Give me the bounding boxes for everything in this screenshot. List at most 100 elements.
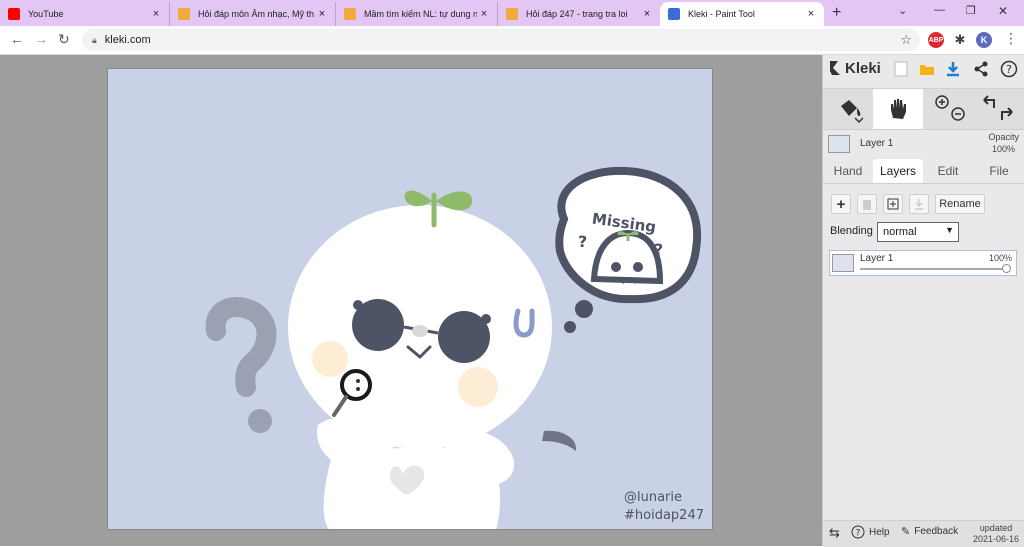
close-icon[interactable]: × bbox=[640, 8, 654, 20]
tab-hand[interactable]: Hand bbox=[823, 159, 873, 183]
zoom-tools[interactable] bbox=[927, 89, 973, 129]
kleki-favicon-icon bbox=[668, 8, 680, 20]
extensions-puzzle-icon[interactable]: ✱ bbox=[952, 32, 968, 48]
layer-thumbnail bbox=[832, 254, 854, 272]
drawing-canvas[interactable]: Missing ? ? @lunarie #hoidap247 bbox=[107, 68, 713, 530]
opacity-value: 100% bbox=[991, 144, 1015, 154]
opacity-label: Opacity bbox=[988, 132, 1019, 142]
mini-eye-shape bbox=[633, 262, 643, 272]
add-layer-button[interactable]: + bbox=[831, 194, 851, 214]
close-icon[interactable]: × bbox=[149, 8, 163, 20]
zoom-in-out-icon bbox=[935, 95, 965, 121]
hoidap-favicon-icon bbox=[344, 8, 356, 20]
tab-layers[interactable]: Layers bbox=[873, 159, 923, 183]
delete-layer-button[interactable] bbox=[857, 194, 877, 214]
tab-title: Kleki - Paint Tool bbox=[688, 9, 755, 19]
help-icon[interactable]: ? bbox=[999, 59, 1019, 79]
layer-thumbnail bbox=[828, 135, 850, 153]
blending-value: normal bbox=[883, 226, 917, 238]
profile-avatar[interactable]: K bbox=[976, 32, 992, 48]
forward-icon[interactable]: → bbox=[34, 31, 48, 47]
feedback-pencil-icon: ✎ bbox=[901, 526, 911, 538]
blush-shape bbox=[458, 367, 498, 407]
address-bar[interactable]: 🔒︎ kleki.com ☆ bbox=[82, 29, 920, 51]
back-icon[interactable]: ← bbox=[10, 31, 24, 47]
download-icon[interactable] bbox=[943, 59, 963, 79]
rename-button[interactable]: Rename bbox=[935, 194, 985, 214]
layer-item-opacity: 100% bbox=[988, 253, 1012, 263]
duplicate-layer-button[interactable] bbox=[883, 194, 903, 214]
new-tab-button[interactable]: + bbox=[832, 4, 841, 22]
blush-shape bbox=[312, 341, 348, 377]
tab-hoidap-amnhac[interactable]: Hỏi đáp môn Âm nhạc, Mỹ th × bbox=[170, 2, 336, 26]
feedback-button[interactable]: ✎ Feedback bbox=[901, 525, 958, 538]
tab-search-chevron-icon[interactable]: ⌄ bbox=[898, 4, 907, 17]
thought-dot-shape bbox=[564, 321, 576, 333]
kleki-side-panel: Kleki ? Layer 1 Opacity 100% Hand Layers… bbox=[822, 55, 1024, 547]
window-close-icon[interactable]: ✕ bbox=[998, 4, 1008, 18]
new-image-icon[interactable] bbox=[891, 59, 911, 79]
close-icon[interactable]: × bbox=[315, 8, 329, 20]
layer-opacity-slider[interactable] bbox=[860, 268, 1008, 270]
tab-file[interactable]: File bbox=[973, 159, 1024, 183]
undo-redo-icon bbox=[983, 95, 1013, 120]
feedback-label: Feedback bbox=[914, 526, 959, 537]
merge-down-button[interactable] bbox=[909, 194, 929, 214]
browser-toolbar: ← → ↻ 🔒︎ kleki.com ☆ ABP ✱ K ⋮ bbox=[0, 26, 1024, 55]
blending-select[interactable]: normal ▼ bbox=[877, 222, 959, 242]
minimize-icon[interactable]: — bbox=[934, 4, 945, 16]
thought-dot-shape bbox=[575, 300, 593, 318]
close-icon[interactable]: × bbox=[477, 8, 491, 20]
canvas-workspace[interactable]: Missing ? ? @lunarie #hoidap247 bbox=[0, 55, 822, 546]
sprout-leaf-shape bbox=[404, 190, 432, 207]
hand-icon bbox=[891, 99, 906, 119]
hoidap-favicon-icon bbox=[178, 8, 190, 20]
tab-youtube[interactable]: YouTube × bbox=[0, 2, 170, 26]
tab-hoidap-247[interactable]: Hỏi đáp 247 - trang tra loi × bbox=[498, 2, 660, 26]
merge-down-icon bbox=[915, 199, 923, 210]
artwork: Missing ? ? @lunarie #hoidap247 bbox=[205, 166, 704, 529]
glasses-corner-shape bbox=[481, 314, 491, 324]
tab-title: YouTube bbox=[28, 9, 64, 19]
hand-tool[interactable] bbox=[873, 89, 923, 129]
restore-icon[interactable]: ❐ bbox=[966, 4, 976, 17]
reload-icon[interactable]: ↻ bbox=[58, 31, 70, 48]
credit-line-2: #hoidap247 bbox=[624, 508, 704, 523]
open-folder-icon[interactable] bbox=[917, 59, 937, 79]
adblock-icon[interactable]: ABP bbox=[928, 32, 944, 48]
layer-opacity-handle[interactable] bbox=[1002, 264, 1011, 273]
share-icon[interactable] bbox=[971, 59, 991, 79]
help-button[interactable]: ? Help bbox=[851, 525, 890, 539]
bookmark-star-icon[interactable]: ☆ bbox=[900, 32, 912, 48]
nose-shape bbox=[412, 325, 428, 337]
close-icon[interactable]: × bbox=[804, 8, 818, 20]
undo-redo-tools[interactable] bbox=[975, 89, 1021, 129]
updated-label: updated bbox=[979, 523, 1013, 533]
updated-date: 2021-06-16 bbox=[972, 534, 1019, 544]
question-mark-shape bbox=[205, 297, 277, 397]
layer-list-item[interactable]: Layer 1 100% bbox=[829, 250, 1017, 276]
paint-bucket-icon bbox=[841, 100, 864, 124]
trash-icon bbox=[863, 200, 871, 210]
svg-text:?: ? bbox=[1006, 63, 1012, 76]
question-dot-shape bbox=[248, 409, 272, 433]
tab-edit[interactable]: Edit bbox=[923, 159, 973, 183]
tab-title: Mầm tìm kiếm NL: tự dung n bbox=[364, 9, 477, 19]
tab-strip: YouTube × Hỏi đáp môn Âm nhạc, Mỹ th × M… bbox=[0, 0, 1024, 26]
credit-line-1: @lunarie bbox=[624, 490, 682, 505]
duplicate-icon bbox=[887, 198, 899, 210]
tab-mam-tim-kiem[interactable]: Mầm tìm kiếm NL: tự dung n × bbox=[336, 2, 498, 26]
blending-label: Blending bbox=[830, 225, 873, 237]
chevron-down-icon: ▼ bbox=[945, 225, 954, 235]
panel-tabs: Hand Layers Edit File bbox=[823, 159, 1024, 184]
browser-menu-icon[interactable]: ⋮ bbox=[1004, 30, 1018, 47]
active-layer-header: Layer 1 Opacity 100% bbox=[823, 128, 1024, 160]
thought-question-mark: ? bbox=[654, 240, 663, 259]
tab-kleki[interactable]: Kleki - Paint Tool × bbox=[660, 2, 824, 26]
kleki-logo-icon bbox=[830, 61, 840, 75]
url-text: kleki.com bbox=[104, 34, 151, 46]
thought-question-mark: ? bbox=[578, 232, 587, 251]
swap-side-icon[interactable]: ⇆ bbox=[829, 525, 840, 541]
glasses-corner-shape bbox=[353, 300, 363, 310]
paint-bucket-tool[interactable] bbox=[827, 89, 873, 129]
